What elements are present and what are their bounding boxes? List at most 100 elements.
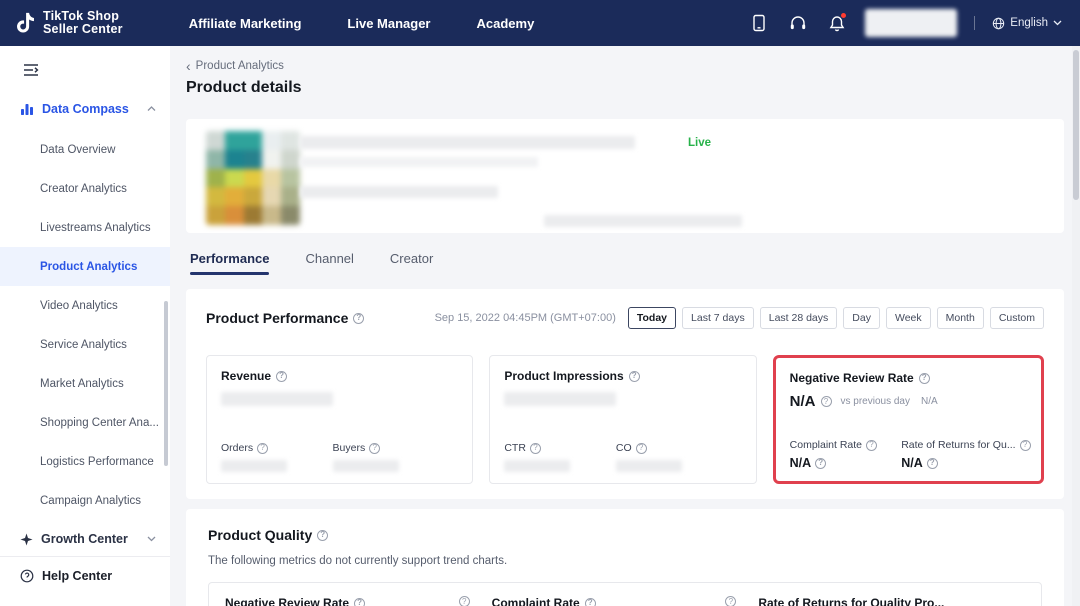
negative-review-rate-metric-card[interactable]: Negative Review Rate N/A vs previous day… [773,355,1044,484]
quality-returns-rate-label: Rate of Returns for Quality Pro... [758,596,944,606]
info-icon[interactable] [257,443,268,454]
main-content: ‹ Product Analytics Product details Live… [170,46,1080,606]
impressions-metric-card[interactable]: Product Impressions CTR CO [489,355,756,484]
nav-link-live-manager[interactable]: Live Manager [347,16,430,31]
info-icon[interactable] [317,530,328,541]
live-status-badge: Live [688,137,711,149]
brand-text: TikTok Shop Seller Center [43,10,123,36]
range-button-custom[interactable]: Custom [990,307,1044,329]
complaint-rate-label: Complaint Rate [790,439,862,451]
breadcrumb-label: Product Analytics [196,60,284,72]
sidebar: Data Compass Data Overview Creator Analy… [0,46,170,606]
range-button-last-7-days[interactable]: Last 7 days [682,307,754,329]
info-icon[interactable] [927,458,938,469]
info-icon[interactable] [530,443,541,454]
info-icon[interactable] [585,598,596,606]
breadcrumb[interactable]: ‹ Product Analytics [186,60,1064,72]
nav-link-affiliate-marketing[interactable]: Affiliate Marketing [189,16,302,31]
page-scrollbar-track[interactable] [1072,46,1080,606]
info-icon[interactable] [821,396,832,407]
sidebar-nav-list: Data Overview Creator Analytics Livestre… [0,130,170,520]
info-icon[interactable] [353,313,364,324]
range-button-last-28-days[interactable]: Last 28 days [760,307,838,329]
nav-links: Affiliate Marketing Live Manager Academy [189,16,535,31]
quality-metrics-box: Negative Review Rate Complaint Rate Rate… [208,582,1042,606]
navbar-right: English [748,9,1062,37]
buyers-value-redacted [333,460,399,472]
info-icon[interactable] [459,596,470,606]
tab-channel[interactable]: Channel [305,251,353,275]
info-icon[interactable] [354,598,365,606]
orders-label: Orders [221,442,253,454]
navbar-divider [974,16,975,30]
user-avatar[interactable] [865,9,957,37]
revenue-value-redacted [221,392,333,406]
info-icon[interactable] [369,443,380,454]
sidebar-item-data-overview[interactable]: Data Overview [0,130,170,169]
sidebar-item-livestreams-analytics[interactable]: Livestreams Analytics [0,208,170,247]
range-button-week[interactable]: Week [886,307,931,329]
quality-section-title: Product Quality [208,527,1042,543]
data-timestamp: Sep 15, 2022 04:45PM (GMT+07:00) [435,312,616,324]
notification-badge-dot [841,13,846,18]
quality-col-returns-rate: Rate of Returns for Quality Pro... [758,596,1025,606]
info-icon[interactable] [866,440,877,451]
range-button-day[interactable]: Day [843,307,880,329]
info-icon[interactable] [919,373,930,384]
revenue-metric-card[interactable]: Revenue Orders Buyers [206,355,473,484]
brand[interactable]: TikTok Shop Seller Center [14,10,123,36]
sidebar-item-product-analytics[interactable]: Product Analytics [0,247,170,286]
vs-previous-day-label: vs previous day [841,396,910,407]
product-title-redacted [300,136,635,149]
sidebar-item-service-analytics[interactable]: Service Analytics [0,325,170,364]
nav-link-academy[interactable]: Academy [477,16,535,31]
sidebar-help-center[interactable]: Help Center [0,556,170,606]
sidebar-item-logistics-performance[interactable]: Logistics Performance [0,442,170,481]
data-compass-icon [20,103,34,116]
impressions-title: Product Impressions [504,369,623,383]
negative-review-rate-value: N/A [790,393,816,410]
range-button-month[interactable]: Month [937,307,984,329]
quality-note: The following metrics do not currently s… [208,555,1042,567]
help-center-icon [20,569,34,583]
support-headset-icon[interactable] [787,12,809,34]
tab-creator[interactable]: Creator [390,251,433,275]
page-scrollbar-thumb[interactable] [1073,50,1079,200]
info-icon[interactable] [1020,440,1031,451]
buyers-label: Buyers [333,442,366,454]
info-icon[interactable] [629,371,640,382]
info-icon[interactable] [636,443,647,454]
range-button-today[interactable]: Today [628,307,676,329]
performance-section-title: Product Performance [206,310,364,326]
info-icon[interactable] [276,371,287,382]
impressions-value-redacted [504,392,616,406]
tab-performance[interactable]: Performance [190,251,269,275]
ctr-label: CTR [504,442,526,454]
sidebar-section-data-compass[interactable]: Data Compass [0,96,170,122]
help-center-label: Help Center [42,569,112,583]
language-selector[interactable]: English [992,17,1062,30]
product-subtitle-redacted [300,157,538,167]
language-label: English [1010,17,1048,29]
sidebar-item-video-analytics[interactable]: Video Analytics [0,286,170,325]
sidebar-collapse-icon[interactable] [20,59,42,81]
sidebar-item-market-analytics[interactable]: Market Analytics [0,364,170,403]
quality-complaint-rate-label: Complaint Rate [492,596,580,606]
info-icon[interactable] [725,596,736,606]
notifications-bell-icon[interactable] [826,12,848,34]
product-meta-redacted [300,186,498,198]
chevron-down-icon [1053,20,1062,26]
sidebar-section-growth-center[interactable]: Growth Center [0,520,170,558]
sidebar-item-creator-analytics[interactable]: Creator Analytics [0,169,170,208]
sidebar-scrollbar[interactable] [164,301,168,466]
chevron-up-icon [147,106,156,112]
sidebar-section-label: Data Compass [42,102,139,116]
top-navbar: TikTok Shop Seller Center Affiliate Mark… [0,0,1080,46]
product-performance-card: Product Performance Sep 15, 2022 04:45PM… [186,289,1064,499]
product-info: Live [300,131,1044,221]
info-icon[interactable] [815,458,826,469]
sidebar-item-campaign-analytics[interactable]: Campaign Analytics [0,481,170,520]
sidebar-item-shopping-center-analytics[interactable]: Shopping Center Ana... [0,403,170,442]
mobile-app-icon[interactable] [748,12,770,34]
complaint-rate-value: N/A [790,456,812,470]
